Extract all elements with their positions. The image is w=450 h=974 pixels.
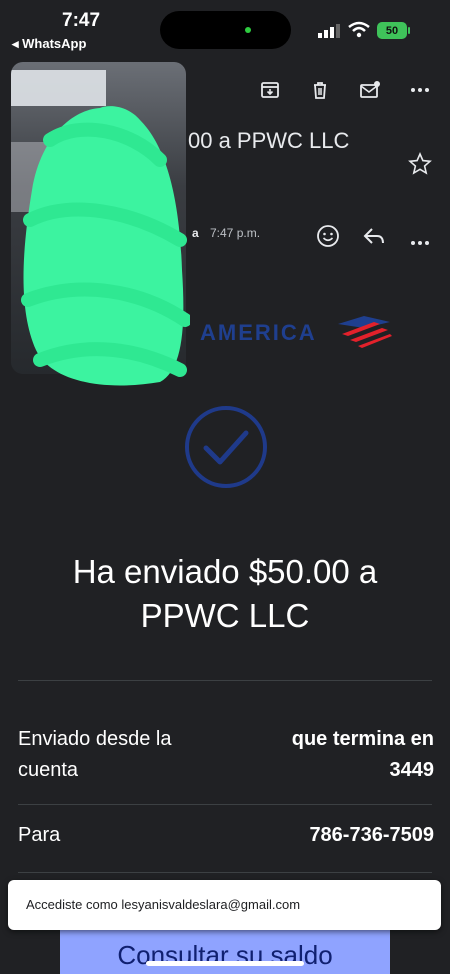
camera-indicator [245, 27, 251, 33]
email-subject: 00 a PPWC LLC [188, 128, 350, 153]
divider [18, 872, 432, 873]
mark-unread-icon[interactable] [356, 76, 384, 104]
battery-indicator: 50 [377, 22, 407, 39]
recipient-value: 786-736-7509 [309, 824, 434, 846]
status-time: 7:47 [62, 10, 101, 31]
sender-name: a [192, 226, 199, 240]
signed-in-toast: Accediste como lesyanisvaldeslara@gmail.… [8, 880, 441, 930]
recipient-label: Para [18, 824, 61, 846]
wifi-icon [348, 21, 370, 38]
message-more-icon[interactable] [410, 233, 430, 251]
success-check-icon [185, 406, 267, 488]
from-account-label: Enviado desde la cuenta [18, 728, 172, 781]
more-options-icon[interactable] [406, 76, 434, 104]
email-time: 7:47 p.m. [210, 226, 261, 240]
dynamic-island [160, 11, 291, 49]
check-balance-label: Consultar su saldo [117, 940, 333, 970]
from-account-value: que termina en 3449 [291, 728, 434, 781]
trash-icon[interactable] [306, 76, 334, 104]
emoji-react-icon[interactable] [316, 224, 340, 253]
signed-in-toast-text: Accediste como lesyanisvaldeslara@gmail.… [26, 897, 301, 912]
home-indicator[interactable] [146, 961, 304, 966]
reply-icon[interactable] [362, 225, 386, 252]
check-balance-button[interactable]: Consultar su saldo [60, 928, 390, 974]
divider [18, 680, 432, 681]
back-to-app-link[interactable]: ◂ WhatsApp [12, 36, 86, 52]
redaction-scribble [21, 106, 190, 386]
archive-icon[interactable] [256, 76, 284, 104]
battery-tip [408, 27, 410, 34]
bank-flag-logo [338, 316, 392, 348]
star-icon[interactable] [408, 152, 432, 181]
signal-icon [318, 24, 340, 38]
confirmation-headline: Ha enviado $50.00 a PPWC LLC [72, 553, 378, 634]
divider [18, 804, 432, 805]
bank-logo-text: AMERICA [200, 320, 317, 345]
